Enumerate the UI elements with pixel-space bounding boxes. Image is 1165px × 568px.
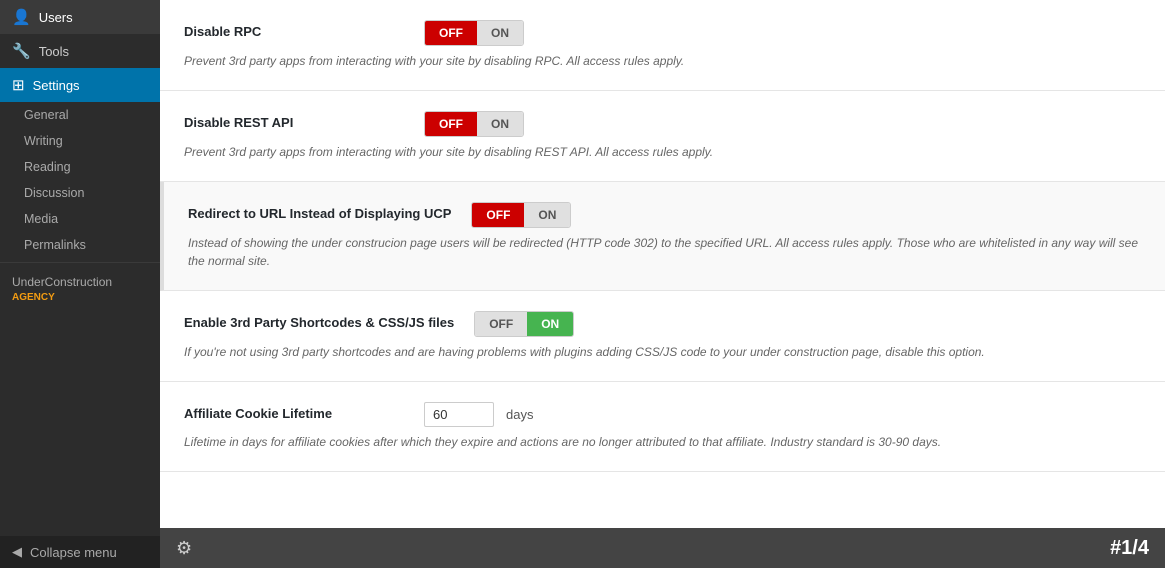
enable-shortcodes-label: Enable 3rd Party Shortcodes & CSS/JS fil… bbox=[184, 311, 454, 330]
disable-rpc-description: Prevent 3rd party apps from interacting … bbox=[184, 52, 1141, 70]
sidebar-item-discussion[interactable]: Discussion bbox=[0, 180, 160, 206]
toggle-off-btn[interactable]: OFF bbox=[472, 203, 524, 227]
sidebar-nav-users-label: Users bbox=[39, 10, 73, 25]
sidebar-nav-settings-label: Settings bbox=[33, 78, 80, 93]
settings-submenu: General Writing Reading Discussion Media… bbox=[0, 102, 160, 258]
toggle-off-btn[interactable]: OFF bbox=[475, 312, 527, 336]
disable-rest-api-label: Disable REST API bbox=[184, 111, 404, 130]
disable-rest-api-toggle-group[interactable]: OFF ON bbox=[424, 111, 524, 137]
sidebar-nav-users[interactable]: 👤 Users bbox=[0, 0, 160, 34]
redirect-url-toggle[interactable]: OFF ON bbox=[471, 202, 571, 228]
sidebar: 👤 Users 🔧 Tools ⊞ Settings General Writi… bbox=[0, 0, 160, 568]
redirect-url-toggle-group[interactable]: OFF ON bbox=[471, 202, 571, 228]
disable-rpc-toggle[interactable]: OFF ON bbox=[424, 20, 524, 46]
settings-icon: ⊞ bbox=[12, 76, 25, 94]
toggle-off-btn[interactable]: OFF bbox=[425, 112, 477, 136]
collapse-arrow-icon: ◀ bbox=[12, 544, 22, 560]
disable-rest-api-toggle[interactable]: OFF ON bbox=[424, 111, 524, 137]
sidebar-underconstruction[interactable]: UnderConstruction AGENCY bbox=[0, 267, 160, 311]
sidebar-nav-settings[interactable]: ⊞ Settings bbox=[0, 68, 160, 102]
enable-shortcodes-toggle[interactable]: OFF ON bbox=[474, 311, 574, 337]
sidebar-item-writing[interactable]: Writing bbox=[0, 128, 160, 154]
affiliate-cookie-label: Affiliate Cookie Lifetime bbox=[184, 402, 404, 421]
affiliate-cookie-input[interactable] bbox=[424, 402, 494, 427]
enable-shortcodes-description: If you're not using 3rd party shortcodes… bbox=[184, 343, 1141, 361]
sidebar-item-reading[interactable]: Reading bbox=[0, 154, 160, 180]
sidebar-item-general[interactable]: General bbox=[0, 102, 160, 128]
toggle-on-btn[interactable]: ON bbox=[477, 21, 523, 45]
redirect-url-label: Redirect to URL Instead of Displaying UC… bbox=[188, 202, 451, 221]
users-icon: 👤 bbox=[12, 8, 31, 26]
redirect-url-description: Instead of showing the under construcion… bbox=[188, 234, 1141, 270]
disable-rest-api-description: Prevent 3rd party apps from interacting … bbox=[184, 143, 1141, 161]
affiliate-cookie-description: Lifetime in days for affiliate cookies a… bbox=[184, 433, 1141, 451]
sidebar-nav-tools[interactable]: 🔧 Tools bbox=[0, 34, 160, 68]
affiliate-cookie-section: Affiliate Cookie Lifetime days Lifetime … bbox=[160, 382, 1165, 472]
disable-rest-api-section: Disable REST API OFF ON Prevent 3rd part… bbox=[160, 91, 1165, 182]
tools-icon: 🔧 bbox=[12, 42, 31, 60]
footer-gear-icon[interactable]: ⚙ bbox=[176, 538, 192, 559]
collapse-menu-button[interactable]: ◀ Collapse menu bbox=[0, 536, 160, 568]
affiliate-cookie-suffix: days bbox=[506, 407, 533, 422]
footer-pagination: #1/4 bbox=[1110, 537, 1149, 560]
disable-rpc-label: Disable RPC bbox=[184, 20, 404, 39]
toggle-on-btn[interactable]: ON bbox=[527, 312, 573, 336]
toggle-on-btn[interactable]: ON bbox=[477, 112, 523, 136]
footer-bar: ⚙ #1/4 bbox=[160, 528, 1165, 568]
settings-content: Disable RPC OFF ON Prevent 3rd party app… bbox=[160, 0, 1165, 528]
disable-rpc-section: Disable RPC OFF ON Prevent 3rd party app… bbox=[160, 0, 1165, 91]
enable-shortcodes-toggle-group[interactable]: OFF ON bbox=[474, 311, 574, 337]
redirect-url-section: Redirect to URL Instead of Displaying UC… bbox=[160, 182, 1165, 291]
sidebar-divider bbox=[0, 262, 160, 263]
toggle-on-btn[interactable]: ON bbox=[524, 203, 570, 227]
sidebar-item-permalinks[interactable]: Permalinks bbox=[0, 232, 160, 258]
disable-rpc-toggle-group[interactable]: OFF ON bbox=[424, 20, 524, 46]
toggle-off-btn[interactable]: OFF bbox=[425, 21, 477, 45]
sidebar-nav-tools-label: Tools bbox=[39, 44, 69, 59]
sidebar-item-media[interactable]: Media bbox=[0, 206, 160, 232]
main-area: Disable RPC OFF ON Prevent 3rd party app… bbox=[160, 0, 1165, 568]
enable-shortcodes-section: Enable 3rd Party Shortcodes & CSS/JS fil… bbox=[160, 291, 1165, 382]
affiliate-cookie-control: days bbox=[424, 402, 533, 427]
